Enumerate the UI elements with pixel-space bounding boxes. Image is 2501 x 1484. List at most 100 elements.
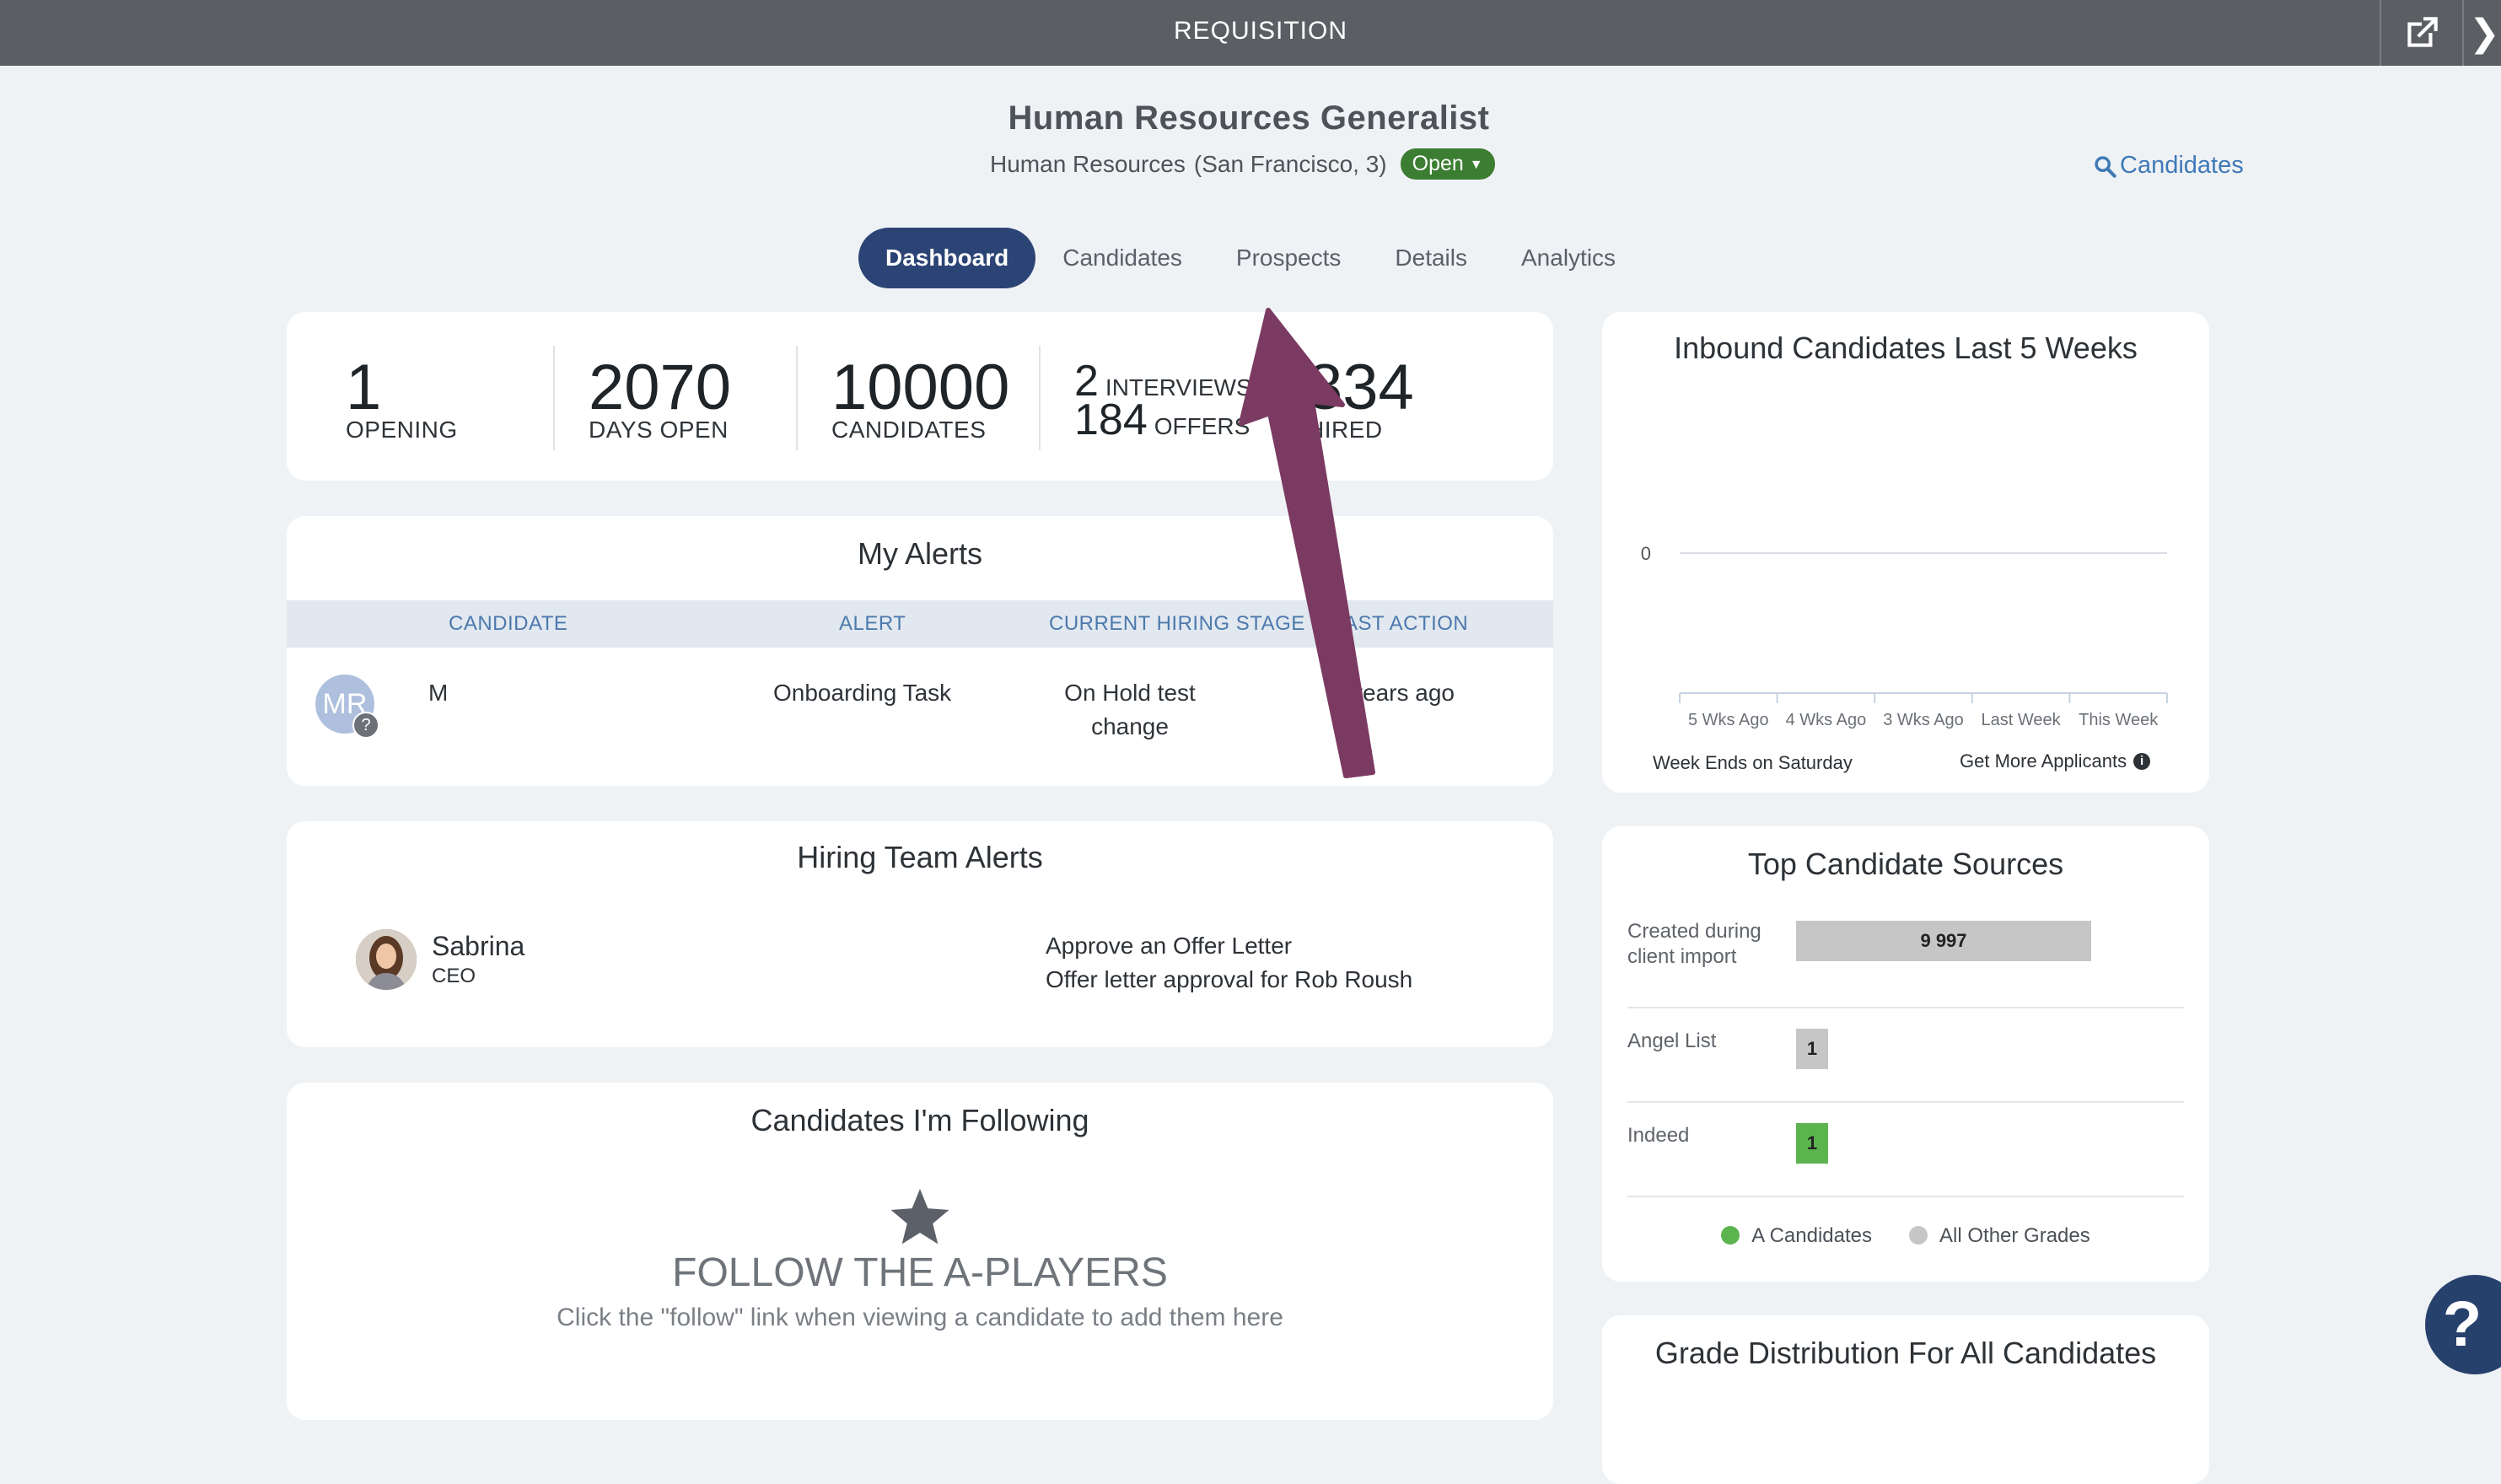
source-bar[interactable]: 9 997 <box>1796 921 2091 961</box>
source-name: Angel List <box>1627 1030 1717 1052</box>
external-link-icon <box>2407 17 2438 47</box>
job-title: Human Resources Generalist <box>1008 99 1490 137</box>
stat-days-open: 2070 DAYS OPEN <box>589 356 731 444</box>
column-header[interactable]: ALERT <box>839 600 906 648</box>
my-alerts-title: My Alerts <box>857 536 983 571</box>
alert-candidate[interactable]: M <box>428 680 448 707</box>
info-icon: i <box>2133 753 2151 770</box>
source-bar[interactable]: 1 <box>1796 1123 1828 1164</box>
stat-candidates: 10000 CANDIDATES <box>831 356 1009 444</box>
divider <box>796 346 798 450</box>
stat-opening-label: OPENING <box>346 417 458 443</box>
sources-legend: A Candidates All Other Grades <box>1602 1224 2209 1248</box>
x-tick-label: 4 Wks Ago <box>1786 711 1867 729</box>
grade-distribution-card: Grade Distribution For All Candidates <box>1602 1315 2209 1484</box>
tab-prospects[interactable]: Prospects <box>1209 228 1369 288</box>
star-icon <box>890 1189 949 1245</box>
inbound-candidates-card: Inbound Candidates Last 5 Weeks 05 Wks A… <box>1602 312 2209 793</box>
divider <box>1039 346 1041 450</box>
x-tick-label: 5 Wks Ago <box>1688 711 1769 729</box>
data-point <box>1728 552 1729 554</box>
tab-candidates[interactable]: Candidates <box>1035 228 1209 288</box>
y-tick-label: 0 <box>1641 543 1651 564</box>
following-title: Candidates I'm Following <box>750 1103 1089 1137</box>
column-header[interactable]: CANDIDATE <box>449 600 567 648</box>
data-point <box>1923 552 1924 554</box>
alert-type: Onboarding Task <box>773 680 952 706</box>
search-candidates-link[interactable]: Candidates <box>2093 152 2244 180</box>
alert-last-action: years ago <box>1351 680 1455 706</box>
legend-item[interactable]: A Candidates <box>1721 1224 1872 1248</box>
get-more-applicants-link[interactable]: Get More Applicants i <box>1960 750 2151 772</box>
stat-offers-label: OFFERS <box>1154 413 1250 439</box>
get-more-applicants-label: Get More Applicants <box>1960 750 2127 772</box>
legend-label: All Other Grades <box>1939 1224 2090 1247</box>
status-dropdown[interactable]: Open ▼ <box>1400 148 1495 180</box>
stat-interviews-offers: 2 INTERVIEWS 184 OFFERS <box>1074 359 1252 442</box>
top-sources-title: Top Candidate Sources <box>1747 847 2064 881</box>
job-location: (San Francisco, 3) <box>1193 150 1387 177</box>
stat-days-open-value: 2070 <box>589 352 732 423</box>
source-name: Indeed <box>1627 1124 1690 1147</box>
legend-label: A Candidates <box>1751 1224 1873 1247</box>
stats-card: 1 OPENING 2070 DAYS OPEN 10000 CANDIDATE… <box>287 312 1553 481</box>
following-heading: FOLLOW THE A-PLAYERS <box>672 1250 1168 1295</box>
job-subtitle: Human Resources (San Francisco, 3) Open … <box>990 148 1495 180</box>
stat-opening-value: 1 <box>346 352 382 423</box>
tab-bar: Dashboard Candidates Prospects Details A… <box>858 228 1643 288</box>
legend-dot <box>1721 1226 1740 1245</box>
tab-analytics[interactable]: Analytics <box>1494 228 1643 288</box>
team-alert-title[interactable]: Approve an Offer Letter <box>1046 933 1292 960</box>
stat-candidates-value: 10000 <box>831 352 1010 423</box>
column-header[interactable]: CURRENT HIRING STAGE <box>1049 600 1305 648</box>
avatar <box>356 929 417 990</box>
hiring-team-alerts-title: Hiring Team Alerts <box>797 840 1043 874</box>
hiring-team-alerts-card: Hiring Team Alerts Sabrina CEO Approve a… <box>287 821 1553 1047</box>
following-text: Click the "follow" link when viewing a c… <box>557 1304 1283 1331</box>
stat-opening: 1 OPENING <box>346 356 458 444</box>
stat-offers-value: 184 <box>1074 395 1148 444</box>
data-point <box>2117 552 2119 554</box>
open-external-button[interactable] <box>2380 0 2464 66</box>
job-department: Human Resources <box>990 150 1186 177</box>
tab-details[interactable]: Details <box>1368 228 1494 288</box>
week-ends-note: Week Ends on Saturday <box>1653 752 1853 773</box>
alert-stage-line1: On Hold test <box>1064 680 1196 706</box>
team-member-name[interactable]: Sabrina <box>432 931 524 962</box>
question-icon: ? <box>352 712 379 739</box>
x-tick-label: Last Week <box>1982 711 2062 729</box>
person-photo-icon <box>356 929 417 990</box>
team-alert-detail: Offer letter approval for Rob Roush <box>1046 966 1413 992</box>
x-tick-label: 3 Wks Ago <box>1883 711 1964 729</box>
legend-dot <box>1909 1226 1928 1245</box>
column-header[interactable]: AST ACTION <box>1344 600 1468 648</box>
my-alerts-card: My Alerts CANDIDATE ALERT CURRENT HIRING… <box>287 516 1553 786</box>
tab-dashboard[interactable]: Dashboard <box>858 228 1036 288</box>
caret-down-icon: ▼ <box>1469 158 1483 172</box>
alerts-table-header: CANDIDATE ALERT CURRENT HIRING STAGE AST… <box>287 600 1553 648</box>
stat-days-open-label: DAYS OPEN <box>589 417 729 443</box>
stat-hired-value: 834 <box>1307 352 1414 423</box>
data-point <box>2020 552 2022 554</box>
top-sources-card: Top Candidate Sources Created during cli… <box>1602 826 2209 1282</box>
search-icon <box>2095 155 2116 178</box>
close-button[interactable]: ❯ <box>2462 0 2501 66</box>
search-candidates-label: Candidates <box>2120 152 2244 179</box>
top-bar: REQUISITION ❯ <box>0 0 2501 66</box>
avatar: MR ? <box>315 675 379 739</box>
help-button[interactable]: ? <box>2425 1275 2501 1374</box>
source-bar[interactable]: 1 <box>1796 1029 1828 1069</box>
source-row: Created during client import 9 997 <box>1627 912 2184 1008</box>
x-tick-label: This Week <box>2079 711 2159 729</box>
legend-item[interactable]: All Other Grades <box>1909 1224 2090 1248</box>
chevron-right-icon: ❯ <box>2469 12 2500 54</box>
following-card: Candidates I'm Following FOLLOW THE A-PL… <box>287 1083 1553 1420</box>
source-name: Created during client import <box>1627 920 1761 968</box>
alert-stage-line2: change <box>1091 713 1169 739</box>
status-label: Open <box>1412 152 1464 175</box>
stat-hired: 834 HIRED <box>1307 356 1414 444</box>
team-member-role: CEO <box>432 965 476 987</box>
window-title: REQUISITION <box>1173 17 1347 45</box>
help-icon: ? <box>2442 1288 2482 1360</box>
inbound-chart: 0 5 Wks Ago 4 Wks Ago 3 Wks Ago Last Week Thi… <box>1641 543 2168 729</box>
